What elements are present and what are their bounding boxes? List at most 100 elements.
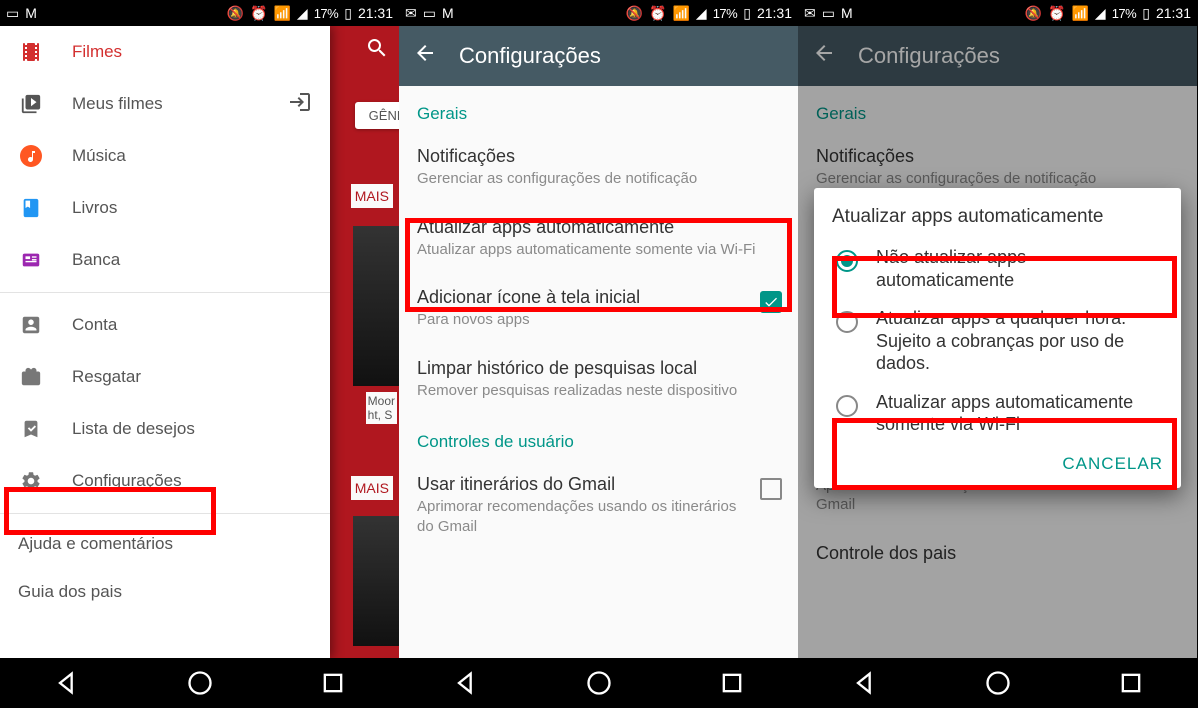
settings-item-notifications[interactable]: Notificações Gerenciar as configurações … [399,132,798,203]
drawer-item-music[interactable]: Música [0,130,330,182]
gmail-icon: M [442,5,454,22]
clock-text: 21:31 [358,5,393,21]
phone-screenshot-3: ✉ ▭ M 🔕 ⏰ 📶 ◢ 17% ▯ 21:31 Configurações … [798,0,1197,708]
screenshot-icon: ▭ [822,5,835,22]
drawer-item-wishlist[interactable]: Lista de desejos [0,403,330,455]
nav-home-button[interactable] [186,669,214,697]
wifi-icon: 📶 [1071,5,1088,22]
signal-icon: ◢ [696,5,707,22]
more-link[interactable]: MAIS [351,184,393,208]
settings-list[interactable]: Gerais Notificações Gerenciar as configu… [399,86,798,658]
android-nav-bar [798,658,1197,708]
setting-subtitle: Gerenciar as configurações de notificaçã… [417,169,780,189]
drawer-label: Configurações [72,471,182,491]
drawer-label: Meus filmes [72,94,163,114]
nav-back-button[interactable] [452,669,480,697]
battery-percent: 17% [713,6,738,21]
setting-title: Atualizar apps automaticamente [417,217,780,238]
drawer-label: Livros [72,198,117,218]
wishlist-icon [18,416,44,442]
battery-percent: 17% [314,6,339,21]
drawer-item-movies[interactable]: Filmes [0,26,330,78]
phone-screenshot-2: ✉ ▭ M 🔕 ⏰ 📶 ◢ 17% ▯ 21:31 Configurações … [399,0,798,708]
redeem-icon [18,364,44,390]
mute-icon: 🔕 [1025,5,1042,22]
radio-unselected-icon [836,311,858,333]
phone-screenshot-1: ▭ M 🔕 ⏰ 📶 ◢ 17% ▯ 21:31 GÊNERO MAIS Moor… [0,0,399,708]
nav-home-button[interactable] [585,669,613,697]
auto-update-dialog: Atualizar apps automaticamente Não atual… [814,188,1181,488]
radio-label: Atualizar apps automaticamente somente v… [876,391,1169,436]
android-nav-bar [399,658,798,708]
nav-home-button[interactable] [984,669,1012,697]
music-icon [18,143,44,169]
setting-subtitle: Para novos apps [417,310,780,330]
poster-caption: Moor ht, S [366,392,397,424]
signal-icon: ◢ [297,5,308,22]
radio-label: Atualizar apps a qualquer hora. Sujeito … [876,307,1169,375]
more-link[interactable]: MAIS [351,476,393,500]
gmail-icon: M [841,5,853,22]
drawer-item-settings[interactable]: Configurações [0,455,330,507]
drawer-label: Conta [72,315,117,335]
back-arrow-icon[interactable] [413,41,437,71]
movie-poster[interactable] [353,516,399,646]
status-bar: ▭ M 🔕 ⏰ 📶 ◢ 17% ▯ 21:31 [0,0,399,26]
film-icon [18,39,44,65]
battery-icon: ▯ [1142,5,1150,22]
setting-subtitle: Aprimorar recomendações usando os itiner… [417,497,780,536]
navigation-drawer: Filmes Meus filmes Música Livros Banca C… [0,26,330,658]
section-header-general: Gerais [399,86,798,132]
alarm-icon: ⏰ [250,5,267,22]
clock-text: 21:31 [1156,5,1191,21]
settings-item-add-icon[interactable]: Adicionar ícone à tela inicial Para novo… [399,273,798,344]
drawer-item-newsstand[interactable]: Banca [0,234,330,286]
account-icon [18,312,44,338]
radio-selected-icon [836,250,858,272]
drawer-item-account[interactable]: Conta [0,299,330,351]
radio-option-auto-update-any-time[interactable]: Atualizar apps a qualquer hora. Sujeito … [832,299,1173,383]
screenshot-icon: ▭ [423,5,436,22]
nav-back-button[interactable] [53,669,81,697]
checkbox-unchecked-icon[interactable] [760,478,782,500]
cancel-button[interactable]: CANCELAR [1062,454,1163,474]
settings-item-gmail-itineraries[interactable]: Usar itinerários do Gmail Aprimorar reco… [399,460,798,550]
android-nav-bar [0,658,399,708]
drawer-label: Resgatar [72,367,141,387]
drawer-item-help[interactable]: Ajuda e comentários [0,520,330,568]
drawer-label: Filmes [72,42,122,62]
nav-recent-button[interactable] [319,669,347,697]
drawer-item-books[interactable]: Livros [0,182,330,234]
app-bar: Configurações [399,26,798,86]
search-icon[interactable] [365,36,389,65]
nav-recent-button[interactable] [1117,669,1145,697]
settings-item-clear-history[interactable]: Limpar histórico de pesquisas local Remo… [399,344,798,415]
alarm-icon: ⏰ [649,5,666,22]
radio-option-auto-update-wifi-only[interactable]: Atualizar apps automaticamente somente v… [832,383,1173,444]
nav-back-button[interactable] [851,669,879,697]
alarm-icon: ⏰ [1048,5,1065,22]
divider [0,292,330,293]
drawer-label: Lista de desejos [72,419,195,439]
drawer-item-parent-guide[interactable]: Guia dos pais [0,568,330,616]
battery-icon: ▯ [743,5,751,22]
wifi-icon: 📶 [672,5,689,22]
battery-icon: ▯ [344,5,352,22]
screenshot-icon: ▭ [6,5,19,22]
signin-icon [288,90,312,119]
drawer-item-my-movies[interactable]: Meus filmes [0,78,330,130]
genre-chip[interactable]: GÊNERO [355,102,399,129]
radio-label: Não atualizar apps automaticamente [876,246,1169,291]
nav-recent-button[interactable] [718,669,746,697]
setting-subtitle: Remover pesquisas realizadas neste dispo… [417,381,780,401]
mute-icon: 🔕 [227,5,244,22]
checkbox-checked-icon[interactable] [760,291,782,313]
settings-item-auto-update[interactable]: Atualizar apps automaticamente Atualizar… [399,203,798,274]
setting-title: Limpar histórico de pesquisas local [417,358,780,379]
wifi-icon: 📶 [273,5,290,22]
radio-option-do-not-auto-update[interactable]: Não atualizar apps automaticamente [832,238,1173,299]
drawer-item-redeem[interactable]: Resgatar [0,351,330,403]
clock-text: 21:31 [757,5,792,21]
movie-poster[interactable] [353,226,399,386]
mail-icon: ✉ [405,5,417,22]
